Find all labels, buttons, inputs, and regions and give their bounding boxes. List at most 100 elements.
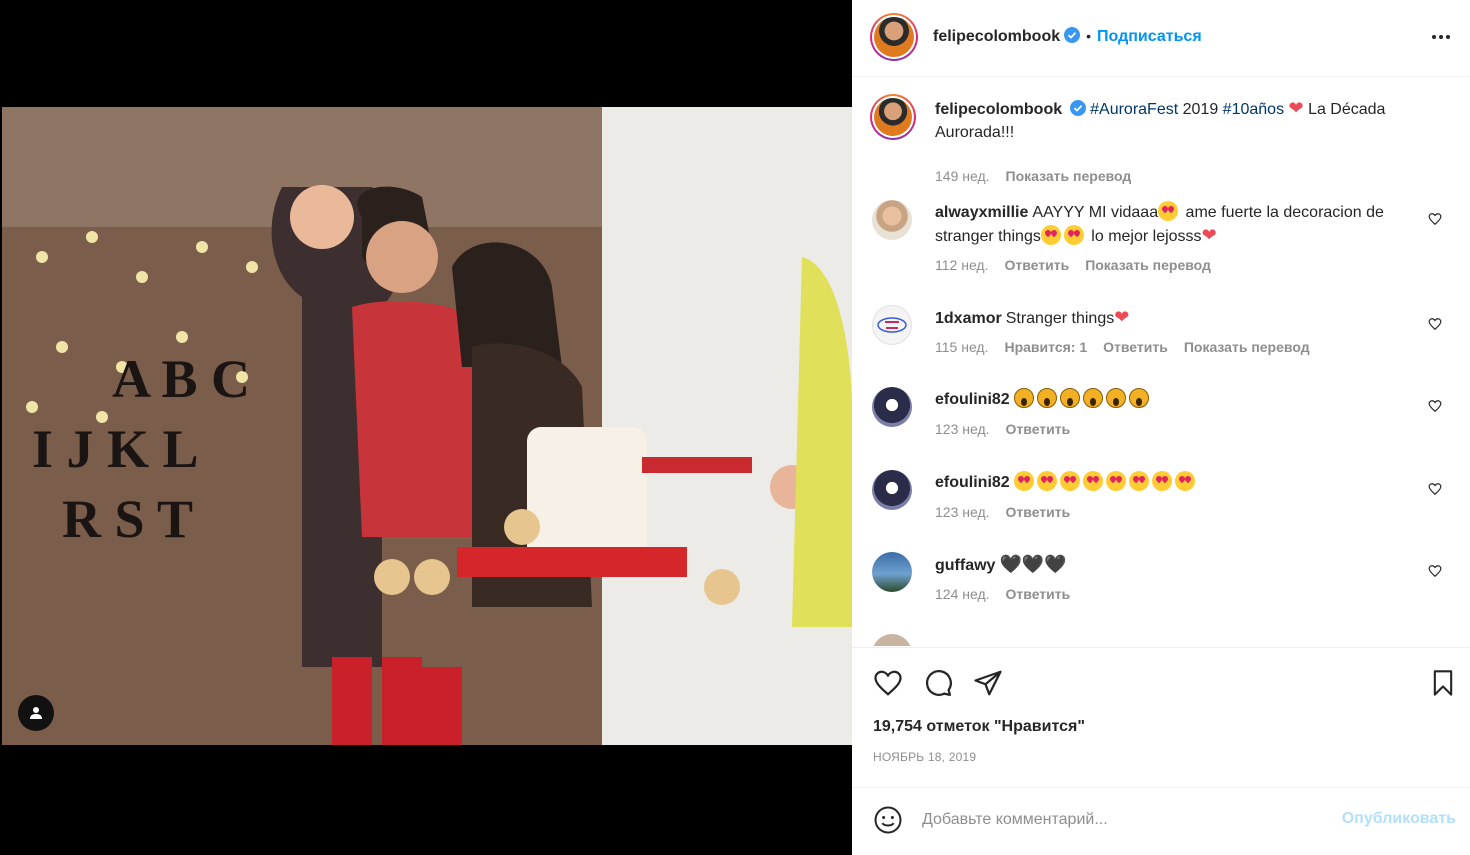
reply-button[interactable]: Ответить <box>1004 257 1069 273</box>
translate-button[interactable]: Показать перевод <box>1184 339 1310 355</box>
bookmark-icon[interactable] <box>1429 668 1457 698</box>
comment-time[interactable]: 123 нед. <box>935 504 990 520</box>
comment-item: guffawy 🖤🖤🖤 124 нед. Ответить <box>872 550 1452 612</box>
caption: felipecolombook #AuroraFest 2019 #10años … <box>870 94 1452 184</box>
smiley-icon[interactable] <box>873 805 903 835</box>
person-icon <box>30 707 42 719</box>
caption-time[interactable]: 149 нед. <box>935 168 990 184</box>
heart-eyes-emoji <box>1036 471 1057 491</box>
commenter-avatar[interactable] <box>872 387 912 427</box>
verified-badge-icon <box>1070 100 1087 116</box>
caption-avatar[interactable] <box>870 94 916 140</box>
svg-text:R S T: R S T <box>62 489 193 549</box>
commenter-avatar[interactable] <box>872 305 912 345</box>
commenter-avatar[interactable] <box>872 552 912 592</box>
verified-badge-icon <box>1064 27 1081 43</box>
comment-time[interactable]: 123 нед. <box>935 421 990 437</box>
screaming-face-emoji <box>1128 388 1149 408</box>
author-avatar[interactable] <box>870 13 918 61</box>
heart-eyes-emoji <box>1151 471 1172 491</box>
comment-meta: 112 нед. Ответить Показать перевод <box>935 257 1227 273</box>
red-heart-emoji: ❤ <box>1201 225 1217 245</box>
post-actions: 19,754 отметок "Нравится" НОЯБРЬ 18, 201… <box>852 647 1470 787</box>
heart-eyes-emoji <box>1174 471 1195 491</box>
caption-translate[interactable]: Показать перевод <box>1006 168 1132 184</box>
reply-button[interactable]: Ответить <box>1006 586 1071 602</box>
comment-meta: 123 нед. Ответить <box>935 421 1086 437</box>
comment-text-part: lo mejor lejosss <box>1091 228 1202 245</box>
comment-text: 1dxamor Stranger things❤ <box>935 306 1422 330</box>
separator-dot: • <box>1086 28 1092 44</box>
comment-meta: 123 нед. Ответить <box>935 504 1086 520</box>
comment-like-icon[interactable] <box>1428 399 1442 413</box>
screaming-face-emoji <box>1105 388 1126 408</box>
tagged-users-button[interactable] <box>18 695 54 731</box>
comment-meta: 115 нед. Нравится: 1 Ответить Показать пере… <box>935 339 1326 355</box>
comment-time[interactable]: 115 нед. <box>935 339 988 355</box>
heart-icon[interactable] <box>873 668 903 698</box>
post-date[interactable]: НОЯБРЬ 18, 2019 <box>873 750 976 764</box>
svg-text:A B C: A B C <box>112 349 250 409</box>
reply-button[interactable]: Ответить <box>1103 339 1168 355</box>
comment-text-part: AAYYY MI vidaaa <box>1032 204 1159 221</box>
comment-text-part: Stranger things <box>1005 310 1115 327</box>
comment-item: efoulini82 123 нед. Ответить <box>872 468 1452 530</box>
screaming-face-emoji <box>1082 388 1103 408</box>
commenter-avatar[interactable] <box>872 200 912 240</box>
heart-eyes-emoji <box>1063 225 1084 245</box>
comment-likes-count[interactable]: Нравится: 1 <box>1004 339 1087 355</box>
red-heart-emoji: ❤ <box>1114 307 1130 327</box>
post-media: A B C I J K L R S T <box>0 0 852 855</box>
comment-item: efoulini82 123 нед. Ответить <box>872 385 1452 447</box>
caption-year: 2019 <box>1182 101 1219 118</box>
more-horizontal-icon[interactable] <box>1430 26 1452 48</box>
party-photo-illustration: A B C I J K L R S T <box>2 107 852 745</box>
author-username[interactable]: felipecolombook <box>933 28 1060 45</box>
comment-text: alwayxmillie AAYYY MI vidaaa ame fuerte l… <box>935 201 1422 248</box>
just-logo-icon <box>877 317 907 333</box>
comment-username[interactable]: 1dxamor <box>935 310 1002 327</box>
screaming-face-emoji <box>1036 388 1057 408</box>
comment-username[interactable]: guffawy <box>935 557 995 574</box>
translate-button[interactable]: Показать перевод <box>1085 257 1211 273</box>
hashtag-aurorafest[interactable]: #AuroraFest <box>1090 101 1178 118</box>
paper-plane-icon[interactable] <box>973 668 1003 698</box>
screaming-face-emoji <box>1059 388 1080 408</box>
comment-input[interactable] <box>922 806 1322 834</box>
comment-like-icon[interactable] <box>1428 317 1442 331</box>
reply-button[interactable]: Ответить <box>1006 421 1071 437</box>
comment-username[interactable]: efoulini82 <box>935 391 1010 408</box>
hashtag-10anos[interactable]: #10años <box>1223 101 1284 118</box>
comment-like-icon[interactable] <box>1428 212 1442 226</box>
caption-username[interactable]: felipecolombook <box>935 101 1062 118</box>
heart-eyes-emoji <box>1082 471 1103 491</box>
heart-eyes-emoji <box>1013 471 1034 491</box>
commenter-avatar[interactable] <box>872 470 912 510</box>
comment-like-icon[interactable] <box>1428 564 1442 578</box>
add-comment-bar: Опубликовать <box>852 787 1470 855</box>
commenter-avatar[interactable] <box>872 634 912 646</box>
heart-eyes-emoji <box>1040 225 1061 245</box>
follow-button[interactable]: Подписаться <box>1097 28 1202 45</box>
author-line: felipecolombook • Подписаться <box>933 27 1202 46</box>
reply-button[interactable]: Ответить <box>1006 504 1071 520</box>
post-photo[interactable]: A B C I J K L R S T <box>2 107 852 745</box>
comment-text: efoulini82 <box>935 388 1422 411</box>
heart-eyes-emoji <box>1105 471 1126 491</box>
comment-like-icon[interactable] <box>1428 482 1442 496</box>
heart-eyes-emoji <box>1128 471 1149 491</box>
comment-item-partial <box>872 634 1452 646</box>
comment-text: guffawy 🖤🖤🖤 <box>935 553 1422 577</box>
comments-list[interactable]: felipecolombook #AuroraFest 2019 #10años … <box>852 78 1470 646</box>
comment-username[interactable]: efoulini82 <box>935 474 1010 491</box>
publish-button[interactable]: Опубликовать <box>1342 810 1456 828</box>
instagram-post-modal: A B C I J K L R S T felipecolombook • По… <box>0 0 1470 855</box>
post-side-panel: felipecolombook • Подписаться felipecolomb… <box>852 0 1470 855</box>
comment-text: efoulini82 <box>935 471 1422 494</box>
svg-text:I J K L: I J K L <box>32 419 199 479</box>
comment-icon[interactable] <box>923 668 953 698</box>
comment-time[interactable]: 112 нед. <box>935 257 988 273</box>
comment-time[interactable]: 124 нед. <box>935 586 990 602</box>
likes-count[interactable]: 19,754 отметок "Нравится" <box>873 718 1085 736</box>
comment-username[interactable]: alwayxmillie <box>935 204 1028 221</box>
